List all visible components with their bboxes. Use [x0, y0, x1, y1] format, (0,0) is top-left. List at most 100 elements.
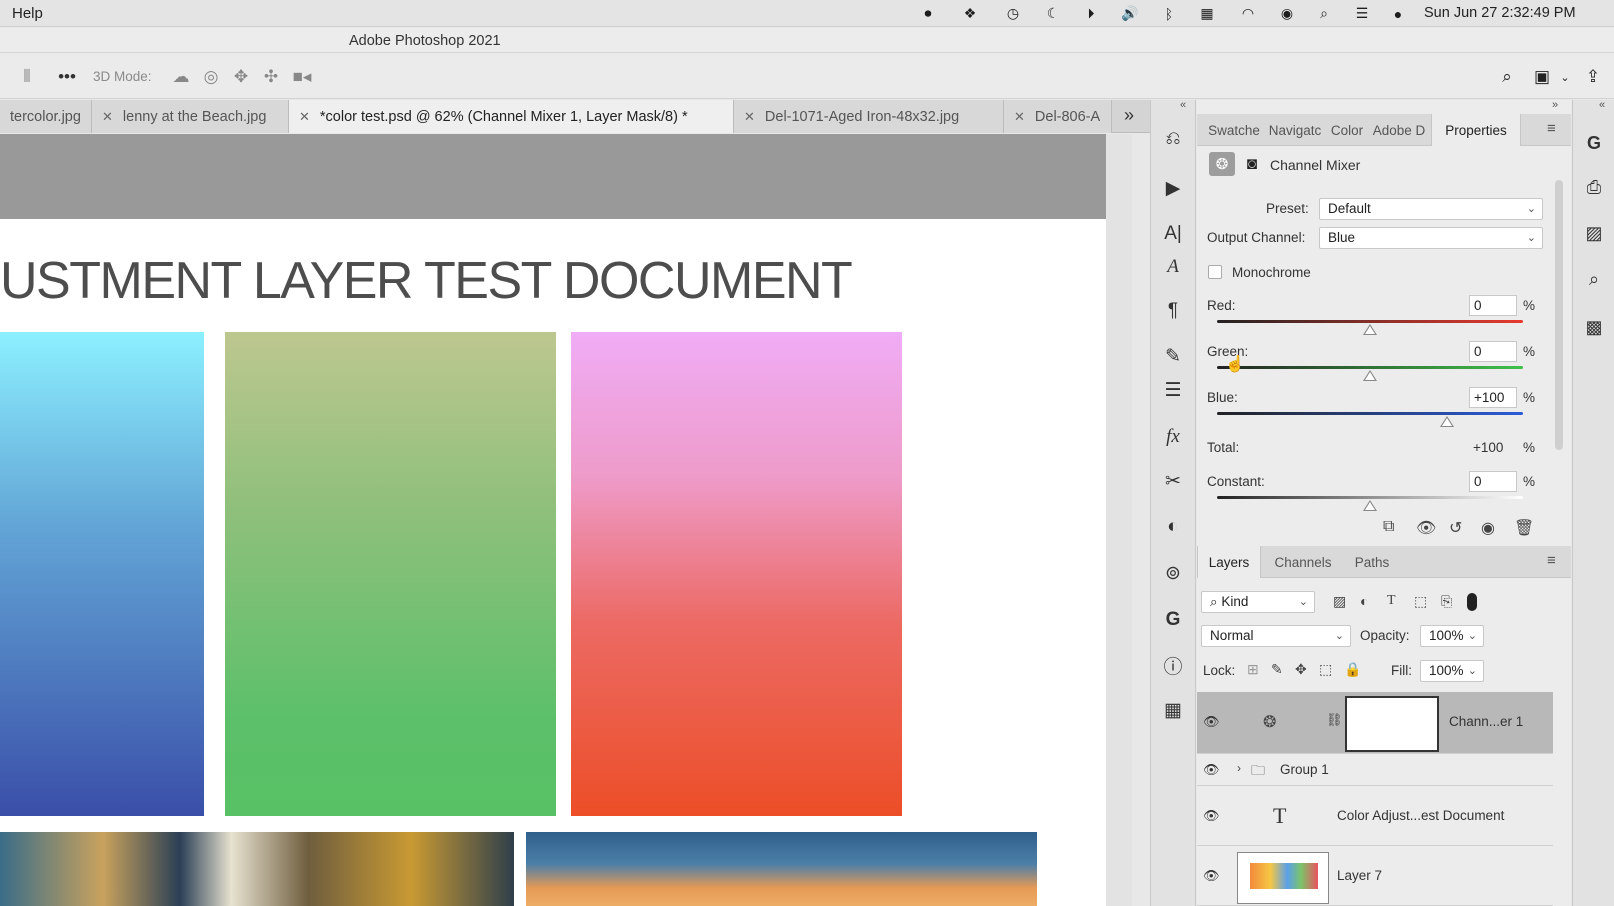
control-center-icon[interactable]: ☰: [1352, 4, 1372, 23]
gradient-search-icon[interactable]: ⌕: [1573, 264, 1614, 294]
tab-channels[interactable]: Channels: [1263, 546, 1343, 578]
lock-pixels-icon[interactable]: ✎: [1271, 661, 1283, 678]
clip-to-layer-icon[interactable]: ⧉: [1383, 518, 1394, 536]
red-slider-track[interactable]: [1217, 320, 1523, 323]
fill-input[interactable]: 100% ⌄: [1420, 660, 1484, 682]
close-icon[interactable]: ✕: [1014, 109, 1025, 125]
reset-icon[interactable]: ↺: [1449, 518, 1462, 538]
green-slider-track[interactable]: [1217, 366, 1523, 369]
3d-camera-icon[interactable]: ■◂: [290, 66, 314, 88]
canvas-scrollbar[interactable]: [1106, 134, 1132, 906]
3d-pan-icon[interactable]: ✥: [230, 66, 252, 88]
volume-icon[interactable]: 🔊: [1120, 4, 1140, 23]
close-icon[interactable]: ✕: [299, 109, 310, 125]
document-canvas[interactable]: USTMENT LAYER TEST DOCUMENT: [0, 219, 1106, 906]
filter-smart-object-icon[interactable]: ⎘: [1441, 593, 1452, 610]
search-icon[interactable]: ⌕: [1496, 66, 1518, 88]
panel-menu-icon[interactable]: ≡: [1547, 120, 1556, 137]
styles-fx-icon[interactable]: fx: [1151, 422, 1195, 452]
close-icon[interactable]: ✕: [744, 109, 755, 125]
history-icon[interactable]: ⎌: [1151, 124, 1195, 154]
visibility-icon[interactable]: ◉: [1481, 518, 1495, 538]
patterns-icon[interactable]: ▩: [1573, 312, 1614, 342]
green-value-input[interactable]: [1469, 341, 1517, 362]
layer-row-channel-mixer[interactable]: 👁 ❂ ⛓ Chann...er 1: [1197, 692, 1553, 754]
red-slider-thumb[interactable]: [1363, 324, 1377, 335]
clock[interactable]: Sun Jun 27 2:32:49 PM: [1424, 5, 1576, 21]
layer-row-text[interactable]: 👁 T Color Adjust...est Document: [1197, 786, 1553, 846]
record-icon[interactable]: ⏺: [918, 4, 938, 23]
align-icon[interactable]: ⦀: [18, 66, 36, 88]
collapse-icon[interactable]: «: [1599, 99, 1605, 111]
lock-all-icon[interactable]: 🔒: [1344, 661, 1361, 678]
timeline-icon[interactable]: ▦: [1151, 695, 1195, 725]
adjustment-icon[interactable]: ❂: [1209, 152, 1235, 176]
character-icon[interactable]: A|: [1151, 219, 1195, 249]
link-icon[interactable]: ⛓: [1326, 712, 1343, 728]
info-icon[interactable]: ⓘ: [1151, 650, 1195, 680]
constant-slider-thumb[interactable]: [1363, 500, 1377, 511]
search-icon[interactable]: ⌕: [1314, 4, 1334, 23]
tab-document-4[interactable]: ✕ Del-1071-Aged Iron-48x32.jpg: [734, 100, 1004, 133]
adjustments-icon[interactable]: ☰: [1151, 375, 1195, 405]
eye-icon[interactable]: 👁: [1203, 868, 1220, 884]
lock-position-icon[interactable]: ✥: [1295, 661, 1307, 678]
green-slider-thumb[interactable]: [1363, 370, 1377, 381]
libraries-icon[interactable]: G: [1573, 128, 1614, 158]
blue-slider-track[interactable]: [1217, 412, 1523, 415]
filter-adjustment-icon[interactable]: ◐: [1360, 593, 1368, 609]
tab-adobe-color[interactable]: Adobe D: [1370, 114, 1428, 146]
tabs-overflow-icon[interactable]: »: [1124, 105, 1134, 126]
dropbox-icon[interactable]: ❖: [960, 4, 980, 23]
lock-transparent-icon[interactable]: ⊞: [1247, 661, 1259, 678]
tab-document-2[interactable]: ✕ lenny at the Beach.jpg: [92, 100, 289, 133]
filter-shape-icon[interactable]: ⬚: [1414, 593, 1427, 610]
siri-icon[interactable]: ●: [1388, 4, 1408, 23]
tab-swatches[interactable]: Swatche: [1205, 114, 1263, 146]
close-icon[interactable]: ✕: [102, 109, 113, 125]
tool-presets-icon[interactable]: ✂: [1151, 466, 1195, 496]
workspace-icon[interactable]: ▣: [1531, 66, 1553, 88]
filter-type-icon[interactable]: T: [1387, 593, 1396, 609]
chevron-right-icon[interactable]: ›: [1237, 761, 1241, 775]
tab-properties[interactable]: Properties: [1431, 114, 1521, 146]
monochrome-checkbox[interactable]: [1208, 265, 1222, 279]
blue-value-input[interactable]: [1469, 387, 1517, 408]
menu-help[interactable]: Help: [12, 5, 43, 22]
lock-artboard-icon[interactable]: ⬚: [1319, 661, 1332, 678]
red-value-input[interactable]: [1469, 295, 1517, 316]
tab-layers[interactable]: Layers: [1197, 546, 1261, 578]
share-icon[interactable]: ⇪: [1582, 66, 1604, 88]
tab-navigator[interactable]: Navigatc: [1266, 114, 1324, 146]
opacity-input[interactable]: 100% ⌄: [1420, 625, 1484, 647]
calendar-icon[interactable]: ▦: [1197, 4, 1217, 23]
tab-document-active[interactable]: ✕ *color test.psd @ 62% (Channel Mixer 1…: [289, 100, 734, 133]
3d-roll-icon[interactable]: ◎: [200, 66, 222, 88]
filter-pixel-icon[interactable]: ▨: [1333, 593, 1346, 610]
wifi-icon[interactable]: ◠: [1238, 4, 1258, 23]
layers-menu-icon[interactable]: ≡: [1547, 552, 1556, 569]
filter-toggle-icon[interactable]: [1467, 593, 1477, 611]
moon-icon[interactable]: ☾: [1043, 4, 1063, 23]
constant-value-input[interactable]: [1469, 471, 1517, 492]
3d-slide-icon[interactable]: ✣: [260, 66, 282, 88]
collapse-icon[interactable]: «: [1180, 99, 1186, 111]
preset-dropdown[interactable]: Default ⌄: [1319, 198, 1543, 220]
layer-mask-icon[interactable]: ◙: [1241, 153, 1263, 175]
glyphs-icon[interactable]: A: [1151, 252, 1195, 282]
eye-icon[interactable]: 👁: [1203, 762, 1220, 778]
chevron-down-icon[interactable]: ⌄: [1558, 66, 1572, 88]
bluetooth-icon[interactable]: ᛒ: [1159, 4, 1179, 23]
trash-icon[interactable]: 🗑: [1514, 518, 1534, 538]
tab-document-1[interactable]: tercolor.jpg: [0, 100, 92, 133]
brush-settings-icon[interactable]: ✎: [1151, 341, 1195, 371]
navigator-icon[interactable]: ⊚: [1151, 558, 1195, 588]
pattern-icon[interactable]: ▨: [1573, 218, 1614, 248]
paragraph-icon[interactable]: ¶: [1151, 296, 1195, 326]
blue-slider-thumb[interactable]: [1439, 416, 1454, 427]
color-sampler-icon[interactable]: ◐: [1151, 512, 1195, 542]
properties-scrollbar[interactable]: [1555, 180, 1563, 450]
more-options-icon[interactable]: •••: [56, 66, 78, 88]
layer-filter-dropdown[interactable]: ⌕ Kind ⌄: [1201, 591, 1315, 613]
actions-play-icon[interactable]: ▶: [1151, 173, 1195, 203]
